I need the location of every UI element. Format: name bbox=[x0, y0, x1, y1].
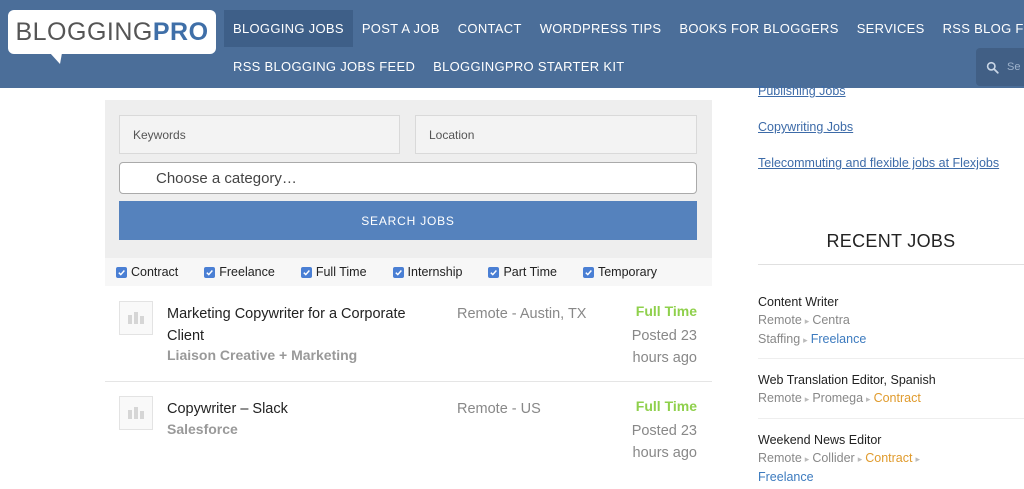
nav-books-for-bloggers[interactable]: BOOKS FOR BLOGGERS bbox=[670, 10, 847, 47]
site-header: BLOGGINGPRO BLOGGING JOBS POST A JOB CON… bbox=[0, 0, 1024, 88]
job-posted-date: Posted 23 hours ago bbox=[631, 328, 697, 366]
recent-job-title[interactable]: Web Translation Editor, Spanish bbox=[758, 371, 1024, 389]
recent-job-meta: Remote ▸ Promega ▸ Contract bbox=[758, 391, 921, 405]
nav-blogging-jobs[interactable]: BLOGGING JOBS bbox=[224, 10, 353, 47]
job-type-filters: Contract Freelance Full Time Internship … bbox=[105, 258, 712, 286]
logo-text: BLOGGINGPRO bbox=[15, 17, 209, 46]
sidebar-link-flexjobs[interactable]: Telecommuting and flexible jobs at Flexj… bbox=[758, 156, 999, 170]
search-placeholder: Se bbox=[1007, 61, 1021, 73]
site-logo[interactable]: BLOGGINGPRO bbox=[8, 10, 216, 64]
recent-job-title[interactable]: Content Writer bbox=[758, 293, 1024, 311]
job-company: Salesforce bbox=[167, 421, 238, 437]
recent-job-title[interactable]: Weekend News Editor bbox=[758, 431, 1024, 449]
recent-job-meta: Remote ▸ Centra bbox=[758, 313, 850, 327]
recent-job-item[interactable]: Content Writer Remote ▸ Centra Staffing ▸ Fr… bbox=[758, 293, 1024, 349]
recent-job-type: Freelance bbox=[810, 332, 867, 346]
sidebar-link-copywriting-jobs[interactable]: Copywriting Jobs bbox=[758, 120, 853, 134]
job-listing[interactable]: Marketing Copywriter for a Corporate Cli… bbox=[105, 290, 712, 382]
nav-wordpress-tips[interactable]: WORDPRESS TIPS bbox=[531, 10, 671, 47]
job-company: Liaison Creative + Marketing bbox=[167, 347, 358, 363]
job-posted-date: Posted 23 hours ago bbox=[631, 423, 697, 461]
divider bbox=[758, 358, 1024, 359]
job-type-full-time[interactable]: Full Time bbox=[300, 265, 367, 279]
recent-job-type: Freelance bbox=[758, 470, 814, 484]
checkbox-checked-icon[interactable] bbox=[488, 266, 500, 278]
company-logo-placeholder-icon bbox=[119, 396, 153, 430]
location-input[interactable]: Location bbox=[415, 115, 697, 154]
recent-job-item[interactable]: Web Translation Editor, Spanish Remote ▸ P… bbox=[758, 371, 1024, 408]
job-title[interactable]: Marketing Copywriter for a Corporate Cli… bbox=[167, 303, 432, 347]
checkbox-checked-icon[interactable] bbox=[116, 266, 127, 278]
job-location: Remote - US bbox=[457, 401, 541, 417]
site-search-input[interactable]: Se bbox=[976, 48, 1024, 86]
main-nav-row-2: RSS BLOGGING JOBS FEED BLOGGINGPRO START… bbox=[224, 48, 633, 85]
job-type-freelance[interactable]: Freelance bbox=[204, 265, 275, 279]
divider bbox=[758, 264, 1024, 265]
recent-job-type: Contract bbox=[873, 391, 921, 405]
nav-post-a-job[interactable]: POST A JOB bbox=[353, 10, 449, 47]
recent-job-type: Contract bbox=[865, 451, 913, 465]
category-select[interactable]: Choose a category… bbox=[119, 162, 697, 194]
nav-rss-blogging-jobs-feed[interactable]: RSS BLOGGING JOBS FEED bbox=[224, 48, 424, 85]
job-filter-panel: Keywords Location Choose a category… SEA… bbox=[105, 100, 712, 258]
keywords-input[interactable]: Keywords bbox=[119, 115, 400, 154]
job-listing[interactable]: Copywriter – Slack Salesforce Remote - U… bbox=[105, 385, 712, 485]
search-jobs-button[interactable]: SEARCH JOBS bbox=[119, 201, 697, 240]
job-type-badge: Full Time bbox=[635, 303, 697, 319]
recent-job-meta: Freelance bbox=[758, 468, 1024, 486]
job-type-contract[interactable]: Contract bbox=[116, 265, 178, 279]
nav-starter-kit[interactable]: BLOGGINGPRO STARTER KIT bbox=[424, 48, 633, 85]
checkbox-checked-icon[interactable] bbox=[300, 266, 312, 278]
recent-job-item[interactable]: Weekend News Editor Remote ▸ Collider ▸ Cont… bbox=[758, 431, 1024, 486]
job-type-temporary[interactable]: Temporary bbox=[582, 265, 657, 279]
main-nav-row-1: BLOGGING JOBS POST A JOB CONTACT WORDPRE… bbox=[224, 10, 1024, 47]
nav-services[interactable]: SERVICES bbox=[848, 10, 934, 47]
sidebar-link-publishing-jobs[interactable]: Publishing Jobs bbox=[758, 84, 846, 98]
job-type-part-time[interactable]: Part Time bbox=[488, 265, 557, 279]
search-icon bbox=[986, 61, 999, 74]
nav-rss-blog-feed[interactable]: RSS BLOG FEED bbox=[934, 10, 1024, 47]
company-logo-placeholder-icon bbox=[119, 301, 153, 335]
job-type-internship[interactable]: Internship bbox=[392, 265, 462, 279]
nav-contact[interactable]: CONTACT bbox=[449, 10, 531, 47]
job-type-badge: Full Time bbox=[635, 398, 697, 414]
checkbox-checked-icon[interactable] bbox=[204, 266, 216, 278]
recent-job-meta: Staffing ▸ Freelance bbox=[758, 332, 867, 346]
recent-jobs-heading: RECENT JOBS bbox=[826, 231, 956, 251]
recent-job-meta: Remote ▸ Collider ▸ Contract ▸ bbox=[758, 451, 921, 465]
job-title[interactable]: Copywriter – Slack bbox=[167, 398, 432, 420]
checkbox-checked-icon[interactable] bbox=[582, 266, 594, 278]
checkbox-checked-icon[interactable] bbox=[392, 266, 404, 278]
job-location: Remote - Austin, TX bbox=[457, 306, 587, 322]
divider bbox=[758, 418, 1024, 419]
